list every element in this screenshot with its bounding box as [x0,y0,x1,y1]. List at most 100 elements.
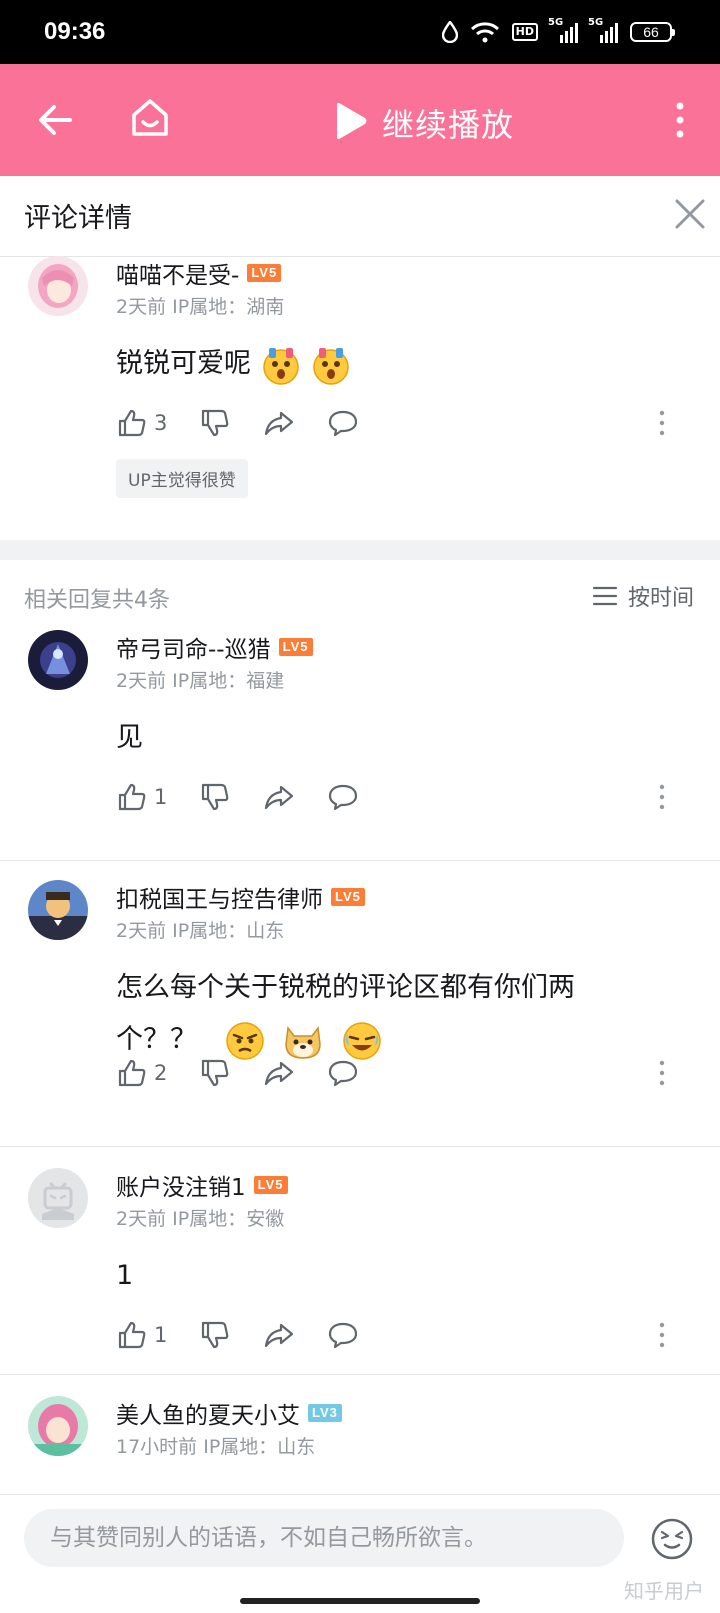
dislike-button[interactable] [199,1057,231,1089]
more-options-icon[interactable] [654,1056,670,1090]
username[interactable]: 美人鱼的夏天小艾 LV3 [116,1396,342,1430]
replies-header: 相关回复共4条 按时间 [0,560,720,630]
reply-item: 账户没注销1 LV5 2天前 IP属地：安徽 1 1 [0,1168,720,1374]
comment-text: 怎么每个关于锐税的评论区都有你们两 个？？ [116,962,575,1066]
username[interactable]: 喵喵不是受- LV5 [116,256,282,290]
dislike-button[interactable] [199,407,231,439]
up-liked-tag: UP主觉得很赞 [116,459,248,498]
comment-meta: 2天前 IP属地：湖南 [116,296,285,318]
thumbs-down-icon [202,1321,229,1349]
level-badge: LV5 [247,264,282,282]
reply-item: 扣税国王与控告律师 LV5 2天前 IP属地：山东 怎么每个关于锐税的评论区都有… [0,880,720,1146]
status-bar: 09:36 HD 5G 5G 66 [0,0,720,64]
sort-list-icon [592,586,618,606]
video-top-bar: 继续播放 [0,64,720,176]
reply-item: 帝弓司命--巡猎 LV5 2天前 IP属地：福建 见 1 [0,630,720,860]
reply-button[interactable] [327,1319,359,1351]
reply-button[interactable] [327,1057,359,1089]
home-indicator[interactable] [240,1598,480,1604]
more-options-icon[interactable] [654,780,670,814]
avatar[interactable] [28,256,88,316]
divider [0,1146,720,1147]
status-icons: HD 5G 5G 66 [441,17,675,46]
like-button[interactable]: 2 [116,1057,167,1089]
like-count: 3 [154,411,168,435]
comment-actions: 2 [116,1056,391,1090]
thumbs-up-icon [118,1321,146,1349]
page-title: 评论详情 [24,203,132,234]
sort-by-time-button[interactable]: 按时间 [592,580,694,612]
comment-meta: 2天前 IP属地：福建 [116,670,285,692]
wifi-icon [470,21,500,43]
username[interactable]: 账户没注销1 LV5 [116,1168,288,1202]
wow-emoji-icon [310,344,352,386]
avatar[interactable] [28,630,88,690]
home-icon[interactable] [128,96,172,140]
reply-button[interactable] [327,781,359,813]
dislike-button[interactable] [199,781,231,813]
like-button[interactable]: 1 [116,1319,167,1351]
level-badge: LV5 [253,1176,288,1194]
reply-input[interactable]: 与其赞同别人的话语，不如自己畅所欲言。 [24,1509,624,1567]
share-icon [265,785,294,810]
share-icon [265,1061,294,1086]
reply-item: 美人鱼的夏天小艾 LV3 17小时前 IP属地：山东 [0,1396,720,1494]
hd-icon: HD [511,23,538,41]
play-icon [332,101,368,145]
reply-count: 相关回复共4条 [24,588,170,613]
comment-bubble-icon [329,1060,358,1087]
battery-icon: 66 [630,22,675,42]
thumbs-up-icon [118,409,146,437]
comment-text: 见 [116,722,143,753]
more-options-icon[interactable] [654,406,670,440]
main-comment: 喵喵不是受- LV5 2天前 IP属地：湖南 锐锐可爱呢 3 UP主觉得很赞 [0,256,720,540]
close-icon[interactable] [674,198,706,230]
emoji-icon[interactable] [650,1517,694,1561]
like-count: 1 [154,785,168,809]
share-button[interactable] [263,781,295,813]
continue-play-button[interactable]: 继续播放 [332,100,514,146]
like-count: 1 [154,1323,168,1347]
dislike-button[interactable] [199,1319,231,1351]
avatar[interactable] [28,1396,88,1456]
like-count: 2 [154,1061,168,1085]
comment-bubble-icon [329,1322,358,1349]
more-options-icon[interactable] [654,1318,670,1352]
share-button[interactable] [263,407,295,439]
reply-button[interactable] [327,407,359,439]
level-badge: LV5 [278,638,313,656]
comment-actions: 1 [116,780,391,814]
level-badge: LV5 [331,888,365,906]
thumbs-down-icon [202,409,229,437]
like-button[interactable]: 3 [116,407,167,439]
thumbs-down-icon [202,1059,229,1087]
comment-meta: 2天前 IP属地：安徽 [116,1208,285,1230]
share-button[interactable] [263,1319,295,1351]
avatar[interactable] [28,880,88,940]
thumbs-up-icon [118,783,146,811]
avatar[interactable] [28,1168,88,1228]
section-divider [0,540,720,560]
username[interactable]: 扣税国王与控告律师 LV5 [116,880,365,914]
like-button[interactable]: 1 [116,781,167,813]
username[interactable]: 帝弓司命--巡猎 LV5 [116,630,313,664]
comment-meta: 17小时前 IP属地：山东 [116,1436,316,1458]
back-arrow-icon[interactable] [36,100,76,140]
comment-detail-header: 评论详情 [0,176,720,257]
comment-text: 1 [116,1260,134,1291]
comment-bubble-icon [329,410,358,437]
wow-emoji-icon [260,344,302,386]
divider [0,1374,720,1375]
comment-text: 锐锐可爱呢 [116,338,352,390]
comment-actions: 3 [116,406,391,440]
share-button[interactable] [263,1057,295,1089]
signal-icon-2: 5G [588,17,618,43]
signal-icon: 5G [548,17,578,43]
level-badge: LV3 [308,1404,342,1422]
thumbs-down-icon [202,783,229,811]
divider [0,860,720,861]
comment-bubble-icon [329,784,358,811]
comment-actions: 1 [116,1318,391,1352]
more-icon[interactable] [664,100,696,140]
continue-play-label: 继续播放 [382,106,515,144]
